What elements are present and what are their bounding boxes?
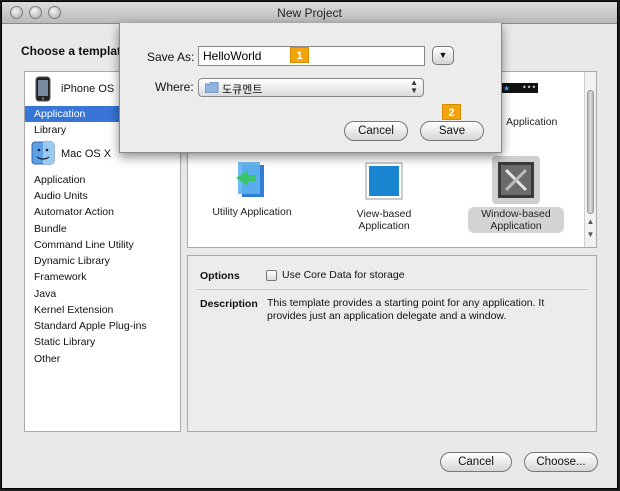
sidebar-item-command-line-utility[interactable]: Command Line Utility	[25, 237, 180, 253]
template-grid-scrollbar[interactable]: ▲ ▼	[584, 72, 596, 247]
tab-bar-app-icon: ★ •••	[500, 83, 538, 93]
window-based-app-icon	[498, 162, 534, 198]
sidebar-item-framework[interactable]: Framework	[25, 269, 180, 285]
description-label: Description	[200, 298, 258, 310]
expand-sheet-button[interactable]: ▼	[432, 46, 454, 65]
sidebar-item-mac-application[interactable]: Application	[25, 172, 180, 188]
template-tile-utility-application[interactable]: Utility Application	[202, 160, 302, 218]
svg-text:★: ★	[503, 84, 510, 93]
step-badge-1: 1	[290, 47, 309, 63]
sidebar-item-standard-apple-plugins[interactable]: Standard Apple Plug-ins	[25, 318, 180, 334]
core-data-checkbox-label[interactable]: Use Core Data for storage	[282, 269, 405, 281]
choose-template-label: Choose a template	[21, 44, 128, 58]
save-sheet: Save As: 1 ▼ Where: 도큐멘트 ▲▼ 2 Cancel Sav…	[119, 23, 502, 153]
view-based-app-icon	[365, 162, 403, 200]
sidebar-group-label: iPhone OS	[61, 83, 115, 95]
save-as-label: Save As:	[147, 50, 195, 64]
step-badge-2: 2	[442, 104, 461, 120]
template-label: Application	[506, 116, 558, 128]
cancel-button[interactable]: Cancel	[440, 452, 512, 472]
chevron-down-icon: ▼	[438, 50, 448, 60]
template-label: Utility Application	[212, 206, 292, 218]
sidebar-item-automator-action[interactable]: Automator Action	[25, 204, 180, 220]
core-data-checkbox[interactable]	[266, 270, 277, 281]
svg-text:•••: •••	[522, 83, 536, 92]
scroll-up-arrow-icon[interactable]: ▲	[585, 217, 596, 227]
where-popup-value: 도큐멘트	[222, 84, 263, 96]
template-label: View-based Application	[356, 208, 412, 232]
sidebar-item-java[interactable]: Java	[25, 286, 180, 302]
scroll-down-arrow-icon[interactable]: ▼	[585, 230, 596, 240]
iphone-icon	[35, 76, 51, 102]
new-project-window: New Project Choose a template iPhone OS …	[1, 1, 618, 489]
finder-icon	[31, 141, 55, 165]
title-bar: New Project	[2, 2, 617, 24]
sidebar-item-static-library[interactable]: Static Library	[25, 334, 180, 350]
updown-arrows-icon: ▲ ▼	[410, 78, 418, 95]
template-details-panel: Options Use Core Data for storage Descri…	[187, 255, 597, 432]
sidebar-item-dynamic-library[interactable]: Dynamic Library	[25, 253, 180, 269]
where-label: Where:	[155, 80, 194, 94]
details-divider	[196, 289, 588, 290]
options-label: Options	[200, 270, 240, 282]
window-title: New Project	[277, 6, 342, 20]
template-tile-window-based-application[interactable]: Window-based Application	[468, 156, 564, 233]
sidebar-item-bundle[interactable]: Bundle	[25, 221, 180, 237]
choose-button[interactable]: Choose...	[524, 452, 598, 472]
sidebar-group-label: Mac OS X	[61, 148, 112, 160]
folder-icon	[205, 82, 219, 93]
sidebar-item-other[interactable]: Other	[25, 351, 180, 367]
sidebar-item-audio-units[interactable]: Audio Units	[25, 188, 180, 204]
sheet-cancel-button[interactable]: Cancel	[344, 121, 408, 141]
sheet-save-button[interactable]: Save	[420, 121, 484, 141]
scrollbar-thumb[interactable]	[587, 90, 594, 214]
description-text: This template provides a starting point …	[267, 297, 545, 322]
save-as-input[interactable]	[198, 46, 425, 66]
template-tile-view-based-application[interactable]: View-based Application	[348, 162, 420, 232]
utility-app-icon	[236, 162, 264, 197]
where-popup[interactable]: 도큐멘트 ▲ ▼	[198, 78, 424, 97]
sidebar-item-kernel-extension[interactable]: Kernel Extension	[25, 302, 180, 318]
template-selection-highlight	[492, 156, 540, 204]
template-label: Window-based Application	[468, 207, 564, 233]
